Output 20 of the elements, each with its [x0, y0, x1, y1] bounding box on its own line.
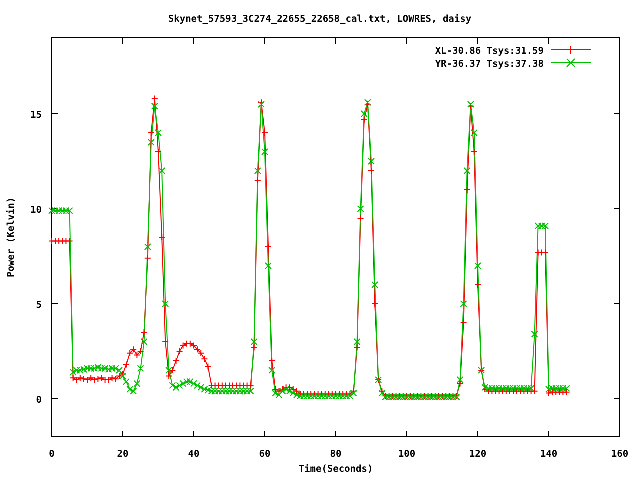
- chart-title: Skynet_57593_3C274_22655_22658_cal.txt, LOWRES, daisy: [168, 14, 472, 25]
- x-tick-label: 40: [188, 449, 200, 460]
- x-tick-label: 80: [330, 449, 342, 460]
- x-tick-label: 100: [398, 449, 416, 460]
- legend-label: XL-30.86 Tsys:31.59: [435, 46, 544, 57]
- x-tick-label: 140: [540, 449, 558, 460]
- legend-line-icon: [550, 46, 592, 54]
- x-tick-label: 160: [611, 449, 629, 460]
- y-tick-label: 15: [30, 110, 42, 121]
- legend-line-icon: [550, 58, 592, 68]
- y-tick-label: 0: [36, 395, 42, 406]
- x-tick-label: 0: [49, 449, 55, 460]
- x-tick-label: 20: [117, 449, 129, 460]
- x-tick-label: 120: [469, 449, 487, 460]
- y-axis-title: Power (Kelvin): [6, 197, 17, 278]
- x-tick-label: 60: [259, 449, 271, 460]
- y-tick-label: 10: [30, 205, 42, 216]
- y-tick-label: 5: [36, 300, 42, 311]
- legend-label: YR-36.37 Tsys:37.38: [435, 59, 544, 70]
- x-axis-title: Time(Seconds): [298, 464, 374, 475]
